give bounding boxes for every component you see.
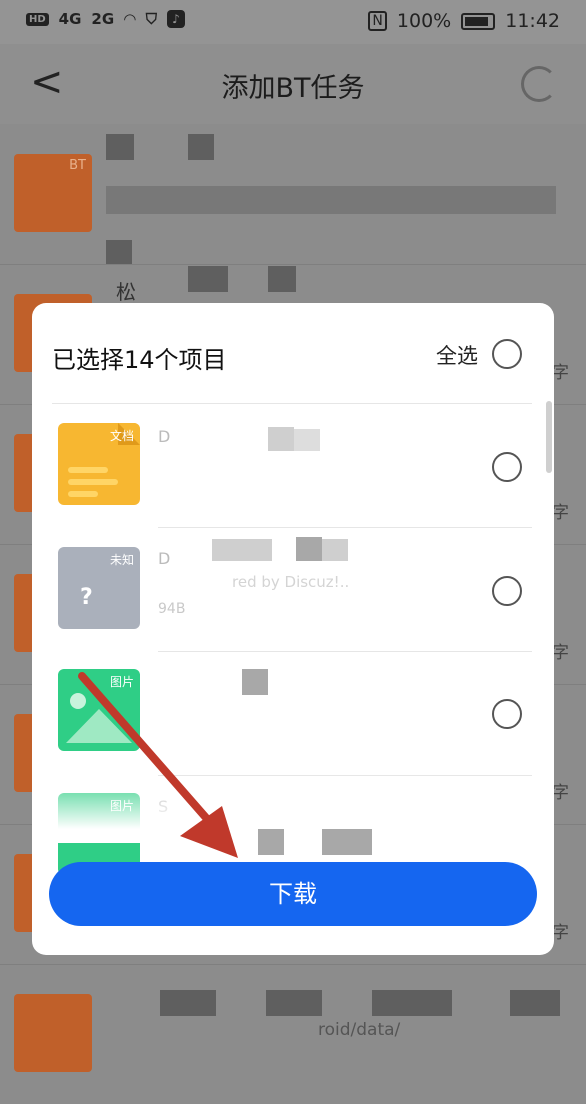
pixelated-text <box>212 539 272 561</box>
bt-tag: BT <box>69 158 86 173</box>
list-item-tail: 字 <box>552 783 569 803</box>
file-select-radio[interactable] <box>492 699 522 729</box>
clock: 11:42 <box>505 10 560 32</box>
file-size: 94B <box>158 601 186 617</box>
pixelated-text <box>268 266 296 292</box>
pixelated-text <box>510 990 560 1016</box>
list-item-tail: 字 <box>552 503 569 523</box>
file-row[interactable]: ? 未知 D red by Discuz!.. 94B <box>32 527 554 651</box>
list-item-tail: 字 <box>552 923 569 943</box>
nfc-icon: N <box>368 11 387 31</box>
list-item[interactable]: roid/data/ <box>0 964 586 1104</box>
pixelated-text <box>296 537 322 561</box>
select-all-radio[interactable] <box>492 339 522 369</box>
file-name: D <box>158 427 171 446</box>
bt-file-icon <box>14 994 92 1072</box>
signal-4g-icon: 4G <box>58 10 82 28</box>
file-type-tag: 文档 <box>109 429 134 443</box>
dialog-scrollbar[interactable] <box>546 401 552 473</box>
pixelated-text <box>160 990 216 1016</box>
pixelated-text <box>106 240 132 264</box>
file-select-radio[interactable] <box>492 452 522 482</box>
download-button[interactable]: 下载 <box>49 862 537 926</box>
pixelated-text <box>188 266 228 292</box>
list-item-title: 松 <box>116 280 136 304</box>
dialog-title: 已选择14个项目 <box>52 346 227 374</box>
pixelated-text <box>322 539 348 561</box>
list-item-tail: 字 <box>552 363 569 383</box>
refresh-icon[interactable] <box>521 66 557 102</box>
document-file-icon: 文档 <box>58 423 140 505</box>
list-item-tail: 字 <box>552 643 569 663</box>
pixelated-text <box>372 990 452 1016</box>
list-item[interactable]: BT <box>0 124 586 265</box>
hd-indicator: HD <box>26 12 49 26</box>
battery-icon <box>461 12 496 30</box>
wifi-icon: ◠ <box>124 10 136 28</box>
dialog-header: 已选择14个项目 全选 <box>32 303 554 403</box>
pixelated-text <box>188 134 214 160</box>
battery-percent: 100% <box>396 10 452 32</box>
pixelated-text <box>106 186 556 214</box>
select-all-label[interactable]: 全选 <box>436 340 478 370</box>
annotation-arrow-icon <box>78 672 238 858</box>
shield-icon: ⛉ <box>145 10 157 28</box>
status-bar: HD 4G 2G ◠ ⛉ ♪ N 100% 11:42 <box>0 0 586 44</box>
page-title: 添加BT任务 <box>221 73 365 104</box>
status-left: HD 4G 2G ◠ ⛉ ♪ <box>26 10 185 28</box>
signal-2g-icon: 2G <box>91 10 115 28</box>
tiktok-icon: ♪ <box>166 10 185 28</box>
pixelated-text <box>322 829 372 855</box>
pixelated-text <box>266 990 322 1016</box>
unknown-file-icon: ? 未知 <box>58 547 140 629</box>
watermark-text: red by Discuz!.. <box>232 573 350 591</box>
pixelated-text <box>294 429 320 451</box>
file-row[interactable]: 文档 D <box>32 403 554 527</box>
file-type-tag: 未知 <box>109 553 134 567</box>
pixelated-text <box>268 427 294 451</box>
status-right: N 100% 11:42 <box>368 10 560 32</box>
list-item-path: roid/data/ <box>318 1020 401 1040</box>
bt-file-icon: BT <box>14 154 92 232</box>
file-select-radio[interactable] <box>492 576 522 606</box>
pixelated-text <box>106 134 134 160</box>
file-name: D <box>158 549 171 568</box>
